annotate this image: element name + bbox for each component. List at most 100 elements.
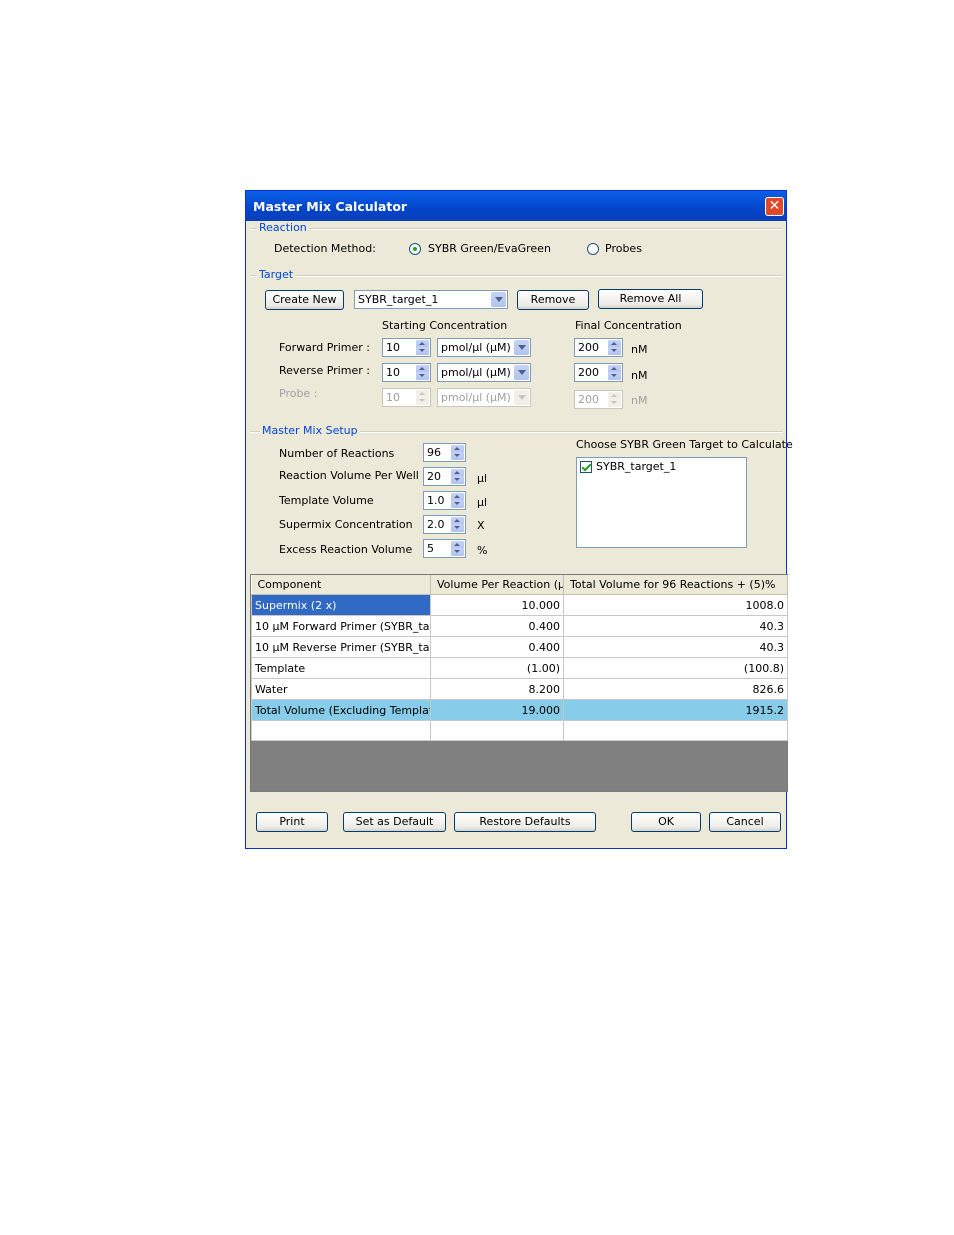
spin-down-icon[interactable] xyxy=(416,372,429,380)
table-row[interactable]: 10 µM Forward Primer (SYBR_targ... 0.400… xyxy=(251,615,788,637)
supermix-concentration-stepper[interactable]: 2.0 xyxy=(423,515,466,534)
table-cell[interactable]: 40.3 xyxy=(563,636,788,658)
table-cell[interactable]: (1.00) xyxy=(430,657,564,679)
sybr-radio-label[interactable]: SYBR Green/EvaGreen xyxy=(428,242,551,255)
spin-down-icon[interactable] xyxy=(451,476,464,484)
reverse-primer-final-stepper[interactable]: 200 xyxy=(574,363,623,382)
spin-down-icon[interactable] xyxy=(451,500,464,508)
forward-primer-final-stepper[interactable]: 200 xyxy=(574,338,623,357)
probe-start-value: 10 xyxy=(386,391,400,404)
table-cell[interactable] xyxy=(563,720,788,741)
target-checkbox[interactable] xyxy=(580,461,592,473)
table-cell[interactable]: 826.6 xyxy=(563,678,788,700)
ok-button[interactable]: OK xyxy=(631,812,701,832)
target-checklist[interactable]: SYBR_target_1 xyxy=(576,457,747,548)
spin-down-icon[interactable] xyxy=(451,452,464,460)
table-cell[interactable]: 0.400 xyxy=(430,636,564,658)
template-volume-unit: µl xyxy=(477,496,488,509)
starting-concentration-header: Starting Concentration xyxy=(382,319,508,332)
table-cell[interactable]: 8.200 xyxy=(430,678,564,700)
spin-down-icon xyxy=(608,399,621,407)
table-cell[interactable]: 1915.2 xyxy=(563,699,788,721)
number-of-reactions-stepper[interactable]: 96 xyxy=(423,443,466,462)
forward-primer-start-stepper[interactable]: 10 xyxy=(382,338,431,357)
forward-primer-final-value: 200 xyxy=(578,341,599,354)
table-cell[interactable]: Water xyxy=(251,678,431,700)
spin-down-icon[interactable] xyxy=(451,548,464,556)
table-cell[interactable]: 10 µM Forward Primer (SYBR_targ... xyxy=(251,615,431,637)
table-cell[interactable] xyxy=(251,720,431,741)
excess-volume-value: 5 xyxy=(427,542,434,555)
table-cell[interactable] xyxy=(430,720,564,741)
reaction-volume-stepper[interactable]: 20 xyxy=(423,467,466,486)
target-select[interactable]: SYBR_target_1 xyxy=(354,290,508,309)
table-row[interactable]: Template (1.00) (100.8) xyxy=(251,657,788,679)
reaction-volume-label: Reaction Volume Per Well xyxy=(279,469,419,482)
title-bar[interactable]: Master Mix Calculator ✕ xyxy=(246,191,786,221)
supermix-concentration-label: Supermix Concentration xyxy=(279,518,413,531)
spin-down-icon[interactable] xyxy=(608,372,621,380)
table-cell[interactable]: Total Volume (Excluding Template) xyxy=(251,699,431,721)
column-header-component[interactable]: Component xyxy=(251,575,431,595)
target-checkbox-label[interactable]: SYBR_target_1 xyxy=(596,460,676,473)
chevron-down-icon xyxy=(514,390,529,405)
spin-down-icon[interactable] xyxy=(608,347,621,355)
supermix-concentration-value: 2.0 xyxy=(427,518,445,531)
table-cell[interactable]: 0.400 xyxy=(430,615,564,637)
forward-primer-start-value: 10 xyxy=(386,341,400,354)
template-volume-stepper[interactable]: 1.0 xyxy=(423,491,466,510)
close-icon: ✕ xyxy=(768,198,781,214)
table-cell[interactable]: 19.000 xyxy=(430,699,564,721)
reverse-primer-start-stepper[interactable]: 10 xyxy=(382,363,431,382)
table-row-total[interactable]: Total Volume (Excluding Template) 19.000… xyxy=(251,699,788,721)
reaction-volume-value: 20 xyxy=(427,470,441,483)
table-cell[interactable]: 40.3 xyxy=(563,615,788,637)
remove-all-button[interactable]: Remove All xyxy=(598,289,703,309)
forward-primer-final-unit: nM xyxy=(631,343,648,356)
table-cell[interactable]: Supermix (2 x) xyxy=(251,594,431,616)
probes-radio[interactable] xyxy=(587,243,599,255)
remove-button[interactable]: Remove xyxy=(517,290,589,310)
table-row[interactable]: Water 8.200 826.6 xyxy=(251,678,788,700)
reverse-primer-final-unit: nM xyxy=(631,369,648,382)
table-cell[interactable]: 10 µM Reverse Primer (SYBR_targ... xyxy=(251,636,431,658)
create-new-button[interactable]: Create New xyxy=(265,290,344,310)
cancel-button[interactable]: Cancel xyxy=(709,812,781,832)
supermix-concentration-unit: X xyxy=(477,519,485,532)
reverse-primer-unit-select[interactable]: pmol/µl (µM) xyxy=(437,363,531,382)
spin-down-icon[interactable] xyxy=(416,347,429,355)
table-header-row: Component Volume Per Reaction (µl) Total… xyxy=(251,575,788,595)
close-button[interactable]: ✕ xyxy=(765,197,784,216)
restore-defaults-button[interactable]: Restore Defaults xyxy=(454,812,596,832)
reaction-group-label: Reaction xyxy=(257,221,309,234)
probe-final-value: 200 xyxy=(578,393,599,406)
table-cell[interactable]: Template xyxy=(251,657,431,679)
print-button[interactable]: Print xyxy=(256,812,328,832)
table-cell[interactable]: (100.8) xyxy=(563,657,788,679)
table-row[interactable]: Supermix (2 x) 10.000 1008.0 xyxy=(251,594,788,616)
probe-final-unit: nM xyxy=(631,394,648,407)
table-row-empty[interactable] xyxy=(251,720,788,741)
table-row[interactable]: 10 µM Reverse Primer (SYBR_targ... 0.400… xyxy=(251,636,788,658)
final-concentration-header: Final Concentration xyxy=(575,319,682,332)
sybr-radio[interactable] xyxy=(409,243,421,255)
master-mix-calculator-dialog: Master Mix Calculator ✕ Reaction Detecti… xyxy=(245,190,793,849)
excess-volume-unit: % xyxy=(477,544,488,557)
probe-label: Probe : xyxy=(279,387,318,400)
column-header-volume-per-reaction[interactable]: Volume Per Reaction (µl) xyxy=(430,575,564,595)
chevron-down-icon xyxy=(491,292,506,307)
number-of-reactions-label: Number of Reactions xyxy=(279,447,395,460)
probe-start-stepper: 10 xyxy=(382,388,431,407)
set-as-default-button[interactable]: Set as Default xyxy=(343,812,446,832)
probe-final-stepper: 200 xyxy=(574,390,623,409)
probes-radio-label[interactable]: Probes xyxy=(605,242,642,255)
forward-primer-unit-select[interactable]: pmol/µl (µM) xyxy=(437,338,531,357)
column-header-total-volume[interactable]: Total Volume for 96 Reactions + (5)% xyxy=(563,575,788,595)
target-group-label: Target xyxy=(257,268,296,281)
table-cell[interactable]: 10.000 xyxy=(430,594,564,616)
spin-down-icon[interactable] xyxy=(451,524,464,532)
excess-volume-stepper[interactable]: 5 xyxy=(423,539,466,558)
forward-primer-label: Forward Primer : xyxy=(279,341,370,354)
table-cell[interactable]: 1008.0 xyxy=(563,594,788,616)
forward-primer-unit-value: pmol/µl (µM) xyxy=(441,341,511,354)
